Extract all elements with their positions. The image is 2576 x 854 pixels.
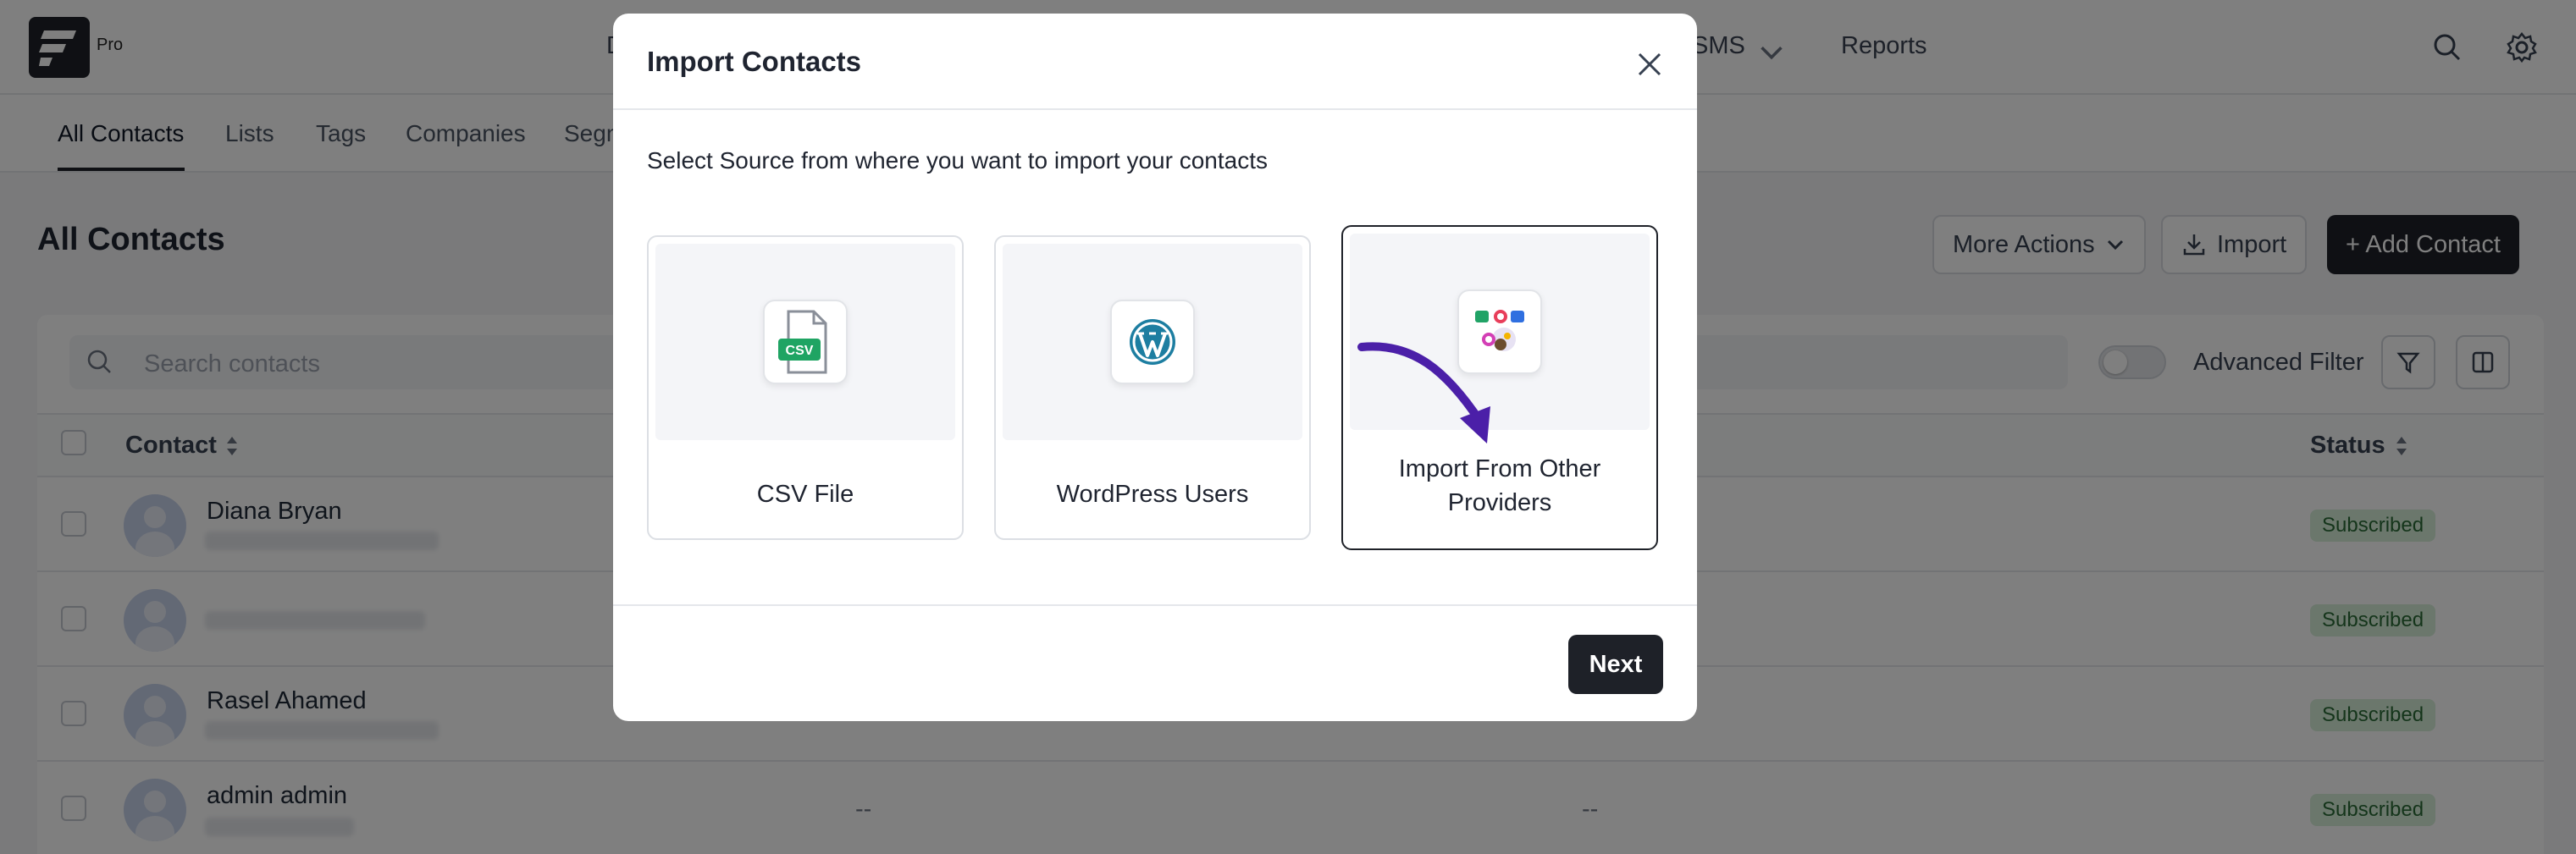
csv-file-icon: CSV <box>763 300 848 384</box>
modal-divider <box>613 108 1697 110</box>
source-label: WordPress Users <box>1056 481 1249 508</box>
source-label: CSV File <box>756 481 854 508</box>
modal-description: Select Source from where you want to imp… <box>647 147 1268 174</box>
source-label: Import From Other Providers <box>1398 455 1601 516</box>
next-button[interactable]: Next <box>1568 635 1663 694</box>
source-illustration: CSV <box>655 244 955 440</box>
source-option-csv[interactable]: CSV CSV File <box>647 235 964 540</box>
close-icon <box>1638 52 1661 76</box>
modal-title: Import Contacts <box>647 46 862 77</box>
csv-badge-text: CSV <box>785 344 814 358</box>
source-option-other-providers[interactable]: Import From Other Providers <box>1341 225 1658 550</box>
next-label: Next <box>1589 650 1643 678</box>
source-option-wordpress[interactable]: WordPress Users <box>994 235 1311 540</box>
wordpress-icon <box>1110 300 1195 384</box>
arrow-icon <box>1357 342 1490 444</box>
source-illustration <box>1003 244 1302 440</box>
import-contacts-modal: Import Contacts Select Source from where… <box>613 14 1697 721</box>
close-button[interactable] <box>1629 44 1670 85</box>
modal-divider <box>613 604 1697 606</box>
